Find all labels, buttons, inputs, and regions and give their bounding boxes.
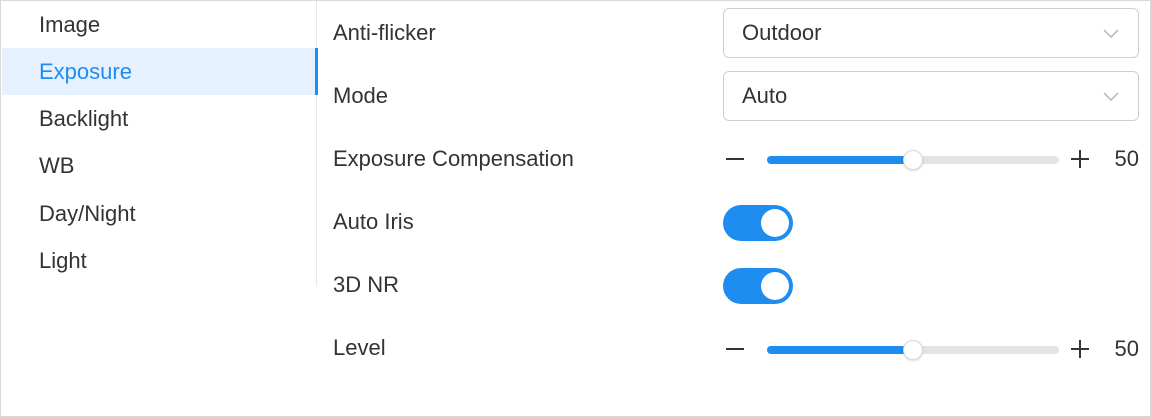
settings-panel: Image Exposure Backlight WB Day/Night Li… xyxy=(0,0,1151,417)
toggle-knob xyxy=(761,209,789,237)
slider-thumb[interactable] xyxy=(903,340,923,360)
auto-iris-toggle[interactable] xyxy=(723,205,793,241)
sidebar-item-label: Image xyxy=(39,12,101,37)
sidebar-item-label: Light xyxy=(39,248,87,273)
plus-icon[interactable] xyxy=(1068,334,1092,364)
sidebar-item-image[interactable]: Image xyxy=(2,1,317,48)
toggle-knob xyxy=(761,272,789,300)
exposure-compensation-slider: 50 xyxy=(723,144,1139,174)
level-slider: 50 xyxy=(723,334,1139,364)
minus-icon[interactable] xyxy=(723,334,747,364)
mode-value: Auto xyxy=(742,83,788,108)
level-value: 50 xyxy=(1114,336,1139,361)
chevron-down-icon xyxy=(1103,29,1119,39)
sidebar-item-label: Backlight xyxy=(39,106,129,131)
slider-fill xyxy=(767,156,913,164)
minus-icon[interactable] xyxy=(723,144,747,174)
auto-iris-label: Auto Iris xyxy=(333,209,414,234)
sidebar-item-backlight[interactable]: Backlight xyxy=(2,95,317,142)
sidebar-item-label: Day/Night xyxy=(39,201,136,226)
sidebar-item-label: Exposure xyxy=(39,59,132,84)
slider-thumb[interactable] xyxy=(903,150,923,170)
sidebar-item-wb[interactable]: WB xyxy=(2,142,317,189)
3d-nr-toggle[interactable] xyxy=(723,268,793,304)
exposure-compensation-value: 50 xyxy=(1114,146,1139,171)
anti-flicker-value: Outdoor xyxy=(742,20,822,45)
3d-nr-label: 3D NR xyxy=(333,272,400,297)
mode-label: Mode xyxy=(333,83,389,108)
slider-fill xyxy=(767,346,913,354)
anti-flicker-select[interactable]: Outdoor xyxy=(723,8,1139,58)
exposure-compensation-label: Exposure Compensation xyxy=(333,146,574,171)
sidebar-nav: Image Exposure Backlight WB Day/Night Li… xyxy=(2,1,318,286)
sidebar-item-exposure[interactable]: Exposure xyxy=(2,48,318,95)
sidebar-item-day-night[interactable]: Day/Night xyxy=(2,190,317,237)
sidebar-item-light[interactable]: Light xyxy=(2,237,317,284)
level-label: Level xyxy=(333,335,386,360)
slider-track[interactable] xyxy=(767,340,1059,360)
plus-icon[interactable] xyxy=(1068,144,1092,174)
slider-track[interactable] xyxy=(767,150,1059,170)
mode-select[interactable]: Auto xyxy=(723,71,1139,121)
sidebar-item-label: WB xyxy=(39,153,75,178)
chevron-down-icon xyxy=(1103,92,1119,102)
anti-flicker-label: Anti-flicker xyxy=(333,20,436,45)
